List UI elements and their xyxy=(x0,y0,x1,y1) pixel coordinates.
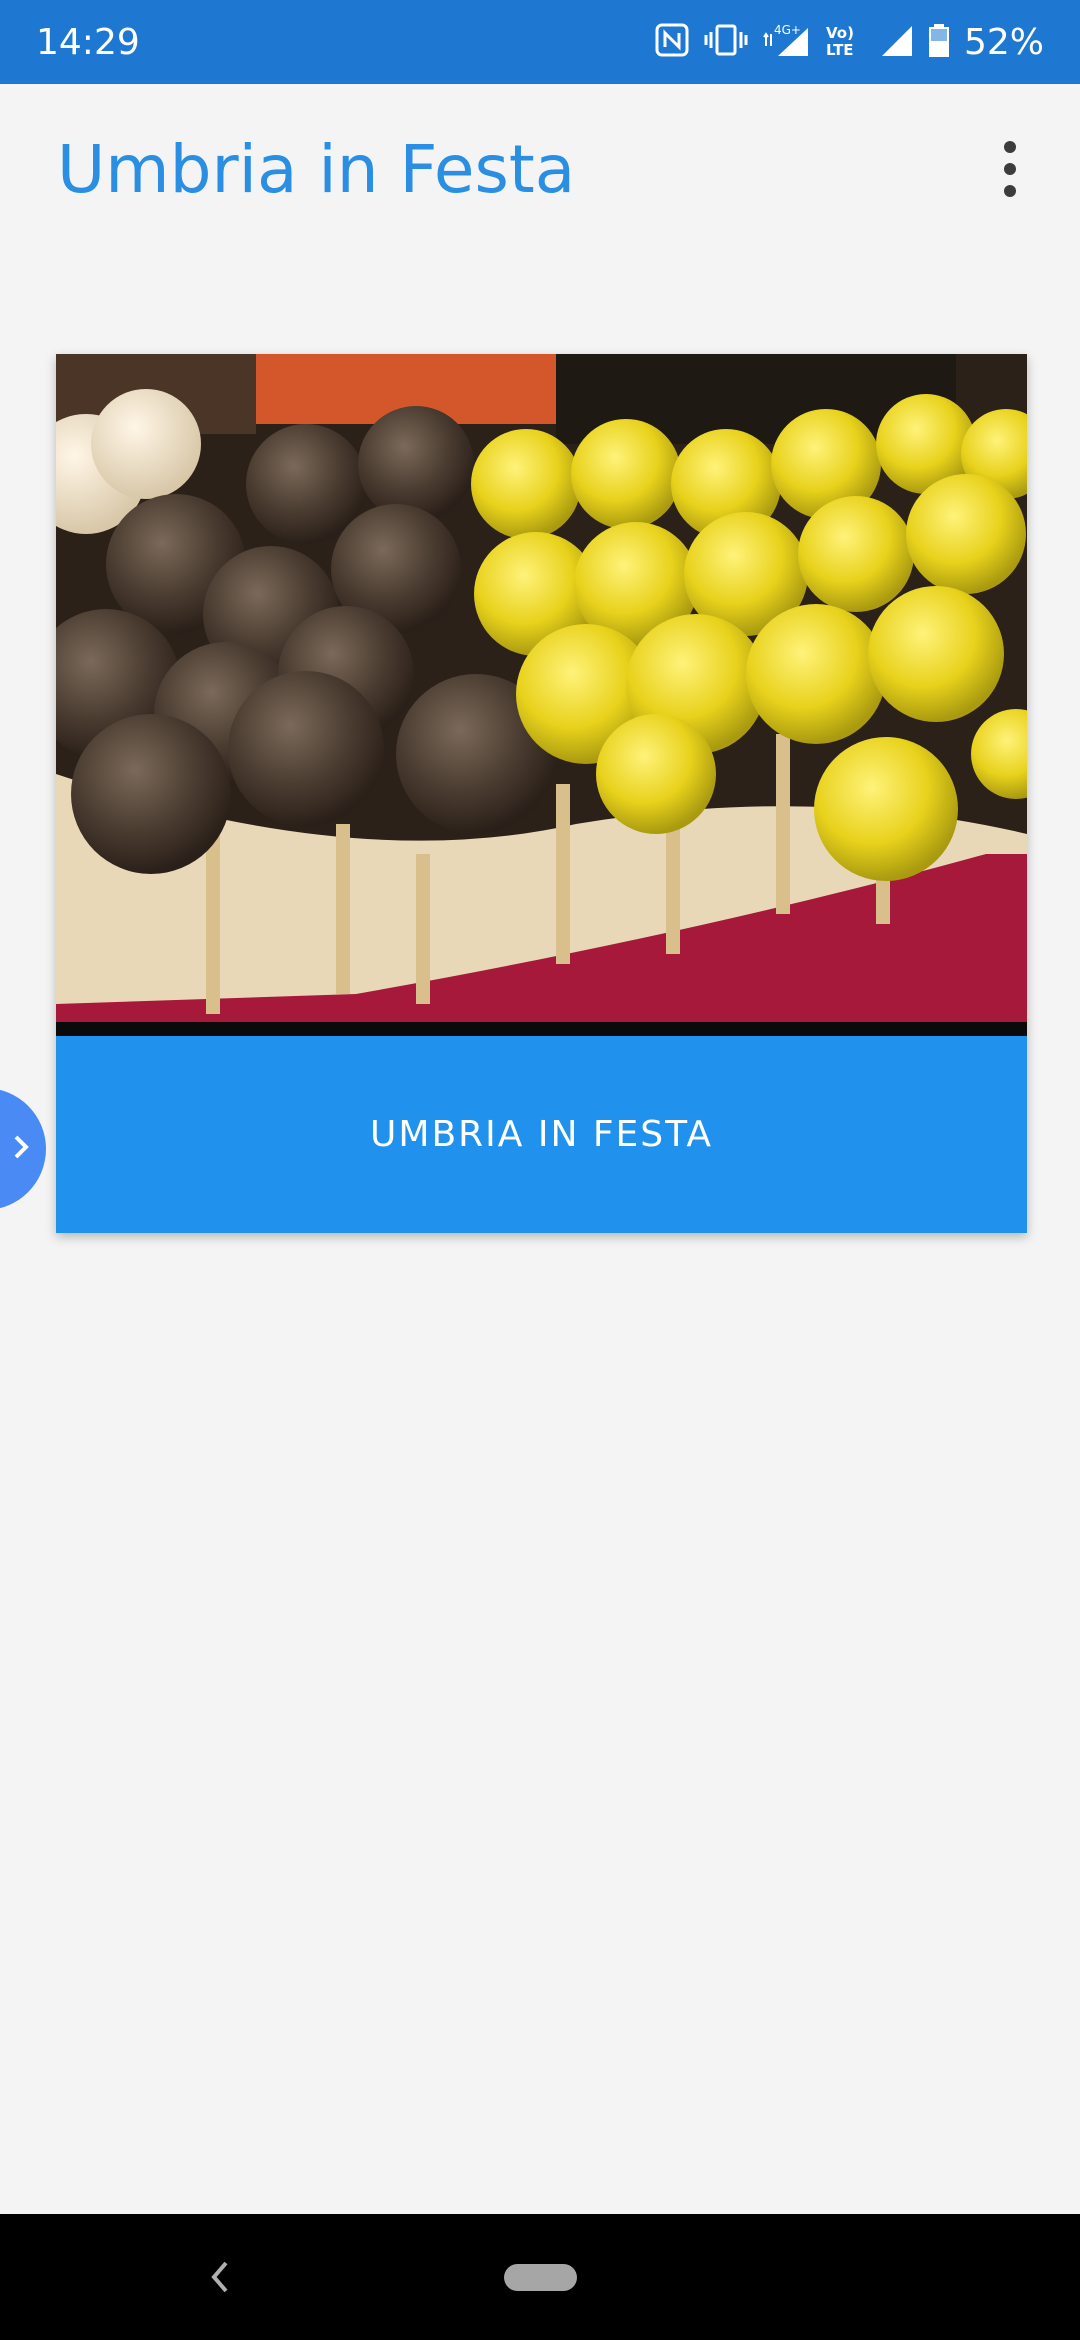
app-bar: Umbria in Festa xyxy=(0,84,1080,254)
nfc-icon xyxy=(654,22,690,63)
umbria-in-festa-button[interactable]: UMBRIA IN FESTA xyxy=(56,1036,1027,1233)
network-label: 4G+ xyxy=(774,23,801,37)
more-vert-icon-dot xyxy=(1004,141,1016,153)
event-card: UMBRIA IN FESTA xyxy=(56,354,1027,1233)
navigation-bar xyxy=(0,2214,1080,2340)
svg-text:LTE: LTE xyxy=(826,41,854,58)
more-vert-icon-dot xyxy=(1004,185,1016,197)
battery-icon xyxy=(928,22,950,63)
home-pill-icon[interactable] xyxy=(504,2264,577,2291)
more-options-button[interactable] xyxy=(980,119,1040,219)
svg-text:Vo): Vo) xyxy=(826,24,854,42)
back-icon[interactable] xyxy=(206,2257,234,2302)
side-drawer-tab[interactable] xyxy=(0,1088,46,1210)
page-title: Umbria in Festa xyxy=(57,130,576,208)
vibrate-icon xyxy=(704,22,748,63)
event-image[interactable] xyxy=(56,354,1027,1036)
signal-icon xyxy=(880,22,914,63)
status-bar: 14:29 4G+ Vo) LTE 52% xyxy=(0,0,1080,84)
status-icons: 4G+ Vo) LTE 52% xyxy=(654,22,1044,63)
signal-4g-icon: 4G+ xyxy=(762,22,810,63)
status-time: 14:29 xyxy=(36,21,140,63)
chevron-right-icon xyxy=(10,1131,34,1168)
battery-percent: 52% xyxy=(963,21,1044,63)
volte-icon: Vo) LTE xyxy=(824,22,866,63)
more-vert-icon-dot xyxy=(1004,163,1016,175)
